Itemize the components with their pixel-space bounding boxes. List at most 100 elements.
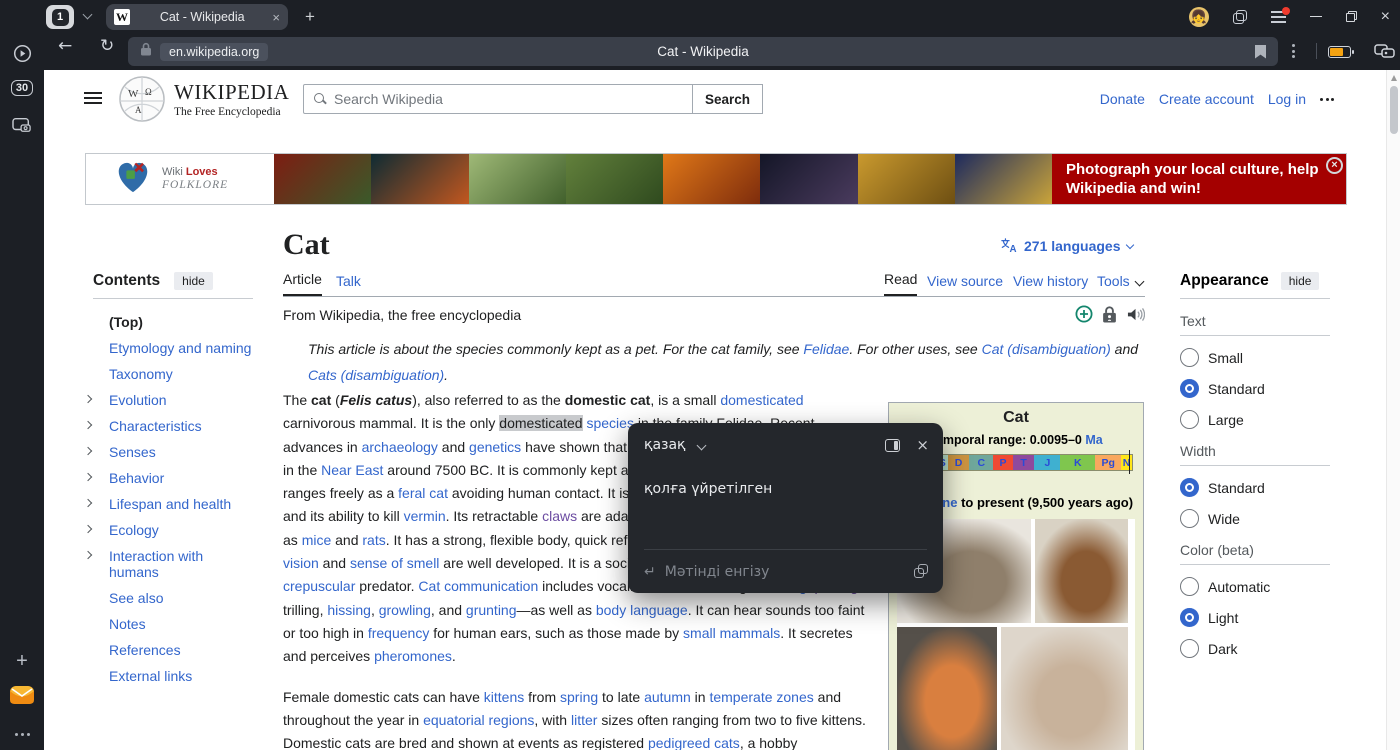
cat-photo[interactable] <box>1035 519 1128 623</box>
tab-read[interactable]: Read <box>884 271 917 296</box>
search-input[interactable]: Search Wikipedia <box>303 84 693 114</box>
cat-photo[interactable] <box>897 627 997 750</box>
profile-avatar[interactable]: 👧 <box>1189 7 1209 27</box>
toc-item-label[interactable]: Senses <box>109 444 156 460</box>
tools-chevron-down-icon[interactable] <box>1135 277 1145 287</box>
wiki-link[interactable]: body language <box>596 602 688 618</box>
radio-option-dark[interactable]: Dark <box>1180 639 1330 658</box>
toc-item[interactable]: Notes <box>93 611 253 637</box>
toolbar-overflow-button[interactable] <box>1292 44 1295 58</box>
toc-item[interactable]: Lifespan and health <box>93 491 253 517</box>
toc-expand-chevron-icon[interactable] <box>84 447 92 455</box>
tab-article[interactable]: Article <box>283 271 322 296</box>
wiki-link[interactable]: Cat (disambiguation) <box>982 341 1111 357</box>
toc-expand-chevron-icon[interactable] <box>84 499 92 507</box>
main-menu-button[interactable] <box>84 92 102 104</box>
toc-item-label[interactable]: Interaction with humans <box>109 548 203 580</box>
scroll-up-arrow[interactable] <box>1391 75 1397 81</box>
wiki-link[interactable]: vermin <box>404 508 446 524</box>
radio-icon[interactable] <box>1180 348 1199 367</box>
wiki-link[interactable]: hissing <box>327 602 371 618</box>
toc-item-label[interactable]: External links <box>109 668 192 684</box>
translator-language-selector[interactable]: қазақ <box>644 437 705 453</box>
toc-item-label[interactable]: Characteristics <box>109 418 202 434</box>
radio-option-small[interactable]: Small <box>1180 348 1330 367</box>
wiki-link[interactable]: species <box>586 415 633 431</box>
translator-text-input[interactable]: Мәтінді енгізу <box>665 564 770 580</box>
timescale-segment[interactable]: Pg <box>1095 455 1121 470</box>
toc-expand-chevron-icon[interactable] <box>84 395 92 403</box>
wiki-link[interactable]: domesticated <box>720 392 803 408</box>
radio-icon[interactable] <box>1180 410 1199 429</box>
wiki-link[interactable]: sense of smell <box>350 555 439 571</box>
new-tab-button[interactable]: + <box>298 5 322 29</box>
timescale-segment[interactable]: P <box>993 455 1013 470</box>
scrollbar-thumb[interactable] <box>1390 86 1398 134</box>
listen-audio-icon[interactable] <box>1126 306 1145 328</box>
wiki-link[interactable]: spring <box>560 689 598 705</box>
toc-item-label[interactable]: Etymology and naming <box>109 340 251 356</box>
wiki-link[interactable]: feral cat <box>398 485 448 501</box>
wiki-link[interactable]: small mammals <box>683 625 780 641</box>
wiki-link[interactable]: Cats (disambiguation) <box>308 367 444 383</box>
open-in-sidebar-icon[interactable] <box>885 439 900 452</box>
address-bar[interactable]: en.wikipedia.org Cat - Wikipedia <box>128 37 1278 66</box>
wiki-link[interactable]: equatorial regions <box>423 712 534 728</box>
banner-close-button[interactable]: × <box>1326 157 1343 174</box>
media-play-icon[interactable] <box>0 44 44 63</box>
rail-add-button[interactable]: + <box>0 650 44 673</box>
wiki-link[interactable]: growling <box>379 602 431 618</box>
radio-option-standard[interactable]: Standard <box>1180 379 1330 398</box>
reload-button[interactable]: ↻ <box>100 36 114 56</box>
appearance-hide-button[interactable]: hide <box>1281 272 1320 290</box>
wiki-link[interactable]: pedigreed cats <box>648 735 740 750</box>
search-button[interactable]: Search <box>693 84 763 114</box>
languages-button[interactable]: A 271 languages <box>1000 238 1133 254</box>
wiki-link[interactable]: rats <box>362 532 385 548</box>
tab-stacks-icon[interactable] <box>1233 10 1247 24</box>
rail-overflow-button[interactable] <box>0 733 44 736</box>
tab-tools[interactable]: Tools <box>1097 273 1130 296</box>
banner-cta[interactable]: Photograph your local culture, help Wiki… <box>1052 154 1346 204</box>
toc-expand-chevron-icon[interactable] <box>84 525 92 533</box>
wiki-link[interactable]: Ma <box>1085 433 1102 447</box>
timescale-segment[interactable]: K <box>1060 455 1095 470</box>
semi-protection-lock-icon[interactable] <box>1102 306 1117 328</box>
toc-item[interactable]: Behavior <box>93 465 253 491</box>
site-security-lock-icon[interactable] <box>140 42 152 61</box>
toc-item[interactable]: See also <box>93 585 253 611</box>
toc-item-label[interactable]: (Top) <box>109 314 143 330</box>
toc-item[interactable]: Senses <box>93 439 253 465</box>
workspace-button[interactable]: 1 <box>46 5 74 29</box>
toc-item[interactable]: Evolution <box>93 387 253 413</box>
wikipedia-wordmark[interactable]: WIKIPEDIA The Free Encyclopedia <box>174 80 289 118</box>
popup-close-button[interactable]: × <box>916 438 929 453</box>
toc-item-label[interactable]: Taxonomy <box>109 366 173 382</box>
radio-option-wide[interactable]: Wide <box>1180 509 1330 528</box>
timescale-segment[interactable]: D <box>948 455 970 470</box>
toc-item-label[interactable]: Lifespan and health <box>109 496 231 512</box>
radio-option-light[interactable]: Light <box>1180 608 1330 627</box>
radio-option-standard[interactable]: Standard <box>1180 478 1330 497</box>
tab-talk[interactable]: Talk <box>336 273 361 296</box>
toc-item-label[interactable]: References <box>109 642 181 658</box>
timescale-segment[interactable]: J <box>1034 455 1060 470</box>
translator-popup[interactable]: қазақ × қолға үйретілген ↵ Мәтінді енгіз… <box>628 423 943 593</box>
wiki-link[interactable]: litter <box>571 712 597 728</box>
contents-hide-button[interactable]: hide <box>174 272 213 290</box>
tab-close-icon[interactable]: × <box>272 10 280 25</box>
browser-tab[interactable]: W Cat - Wikipedia × <box>106 4 288 30</box>
wiki-link[interactable]: kittens <box>484 689 524 705</box>
battery-saver-icon[interactable] <box>1328 46 1351 58</box>
restore-button[interactable] <box>1346 11 1357 22</box>
toc-item-label[interactable]: Notes <box>109 616 146 632</box>
mail-app-icon[interactable] <box>0 684 44 706</box>
minimize-button[interactable] <box>1310 16 1322 18</box>
toc-item-label[interactable]: Behavior <box>109 470 164 486</box>
donate-link[interactable]: Donate <box>1100 91 1145 107</box>
tab-counter-badge[interactable]: 30 <box>0 80 44 96</box>
cat-photo[interactable] <box>1001 627 1128 750</box>
timescale-segment[interactable]: C <box>969 455 993 470</box>
toc-item[interactable]: Ecology <box>93 517 253 543</box>
radio-icon[interactable] <box>1180 509 1199 528</box>
